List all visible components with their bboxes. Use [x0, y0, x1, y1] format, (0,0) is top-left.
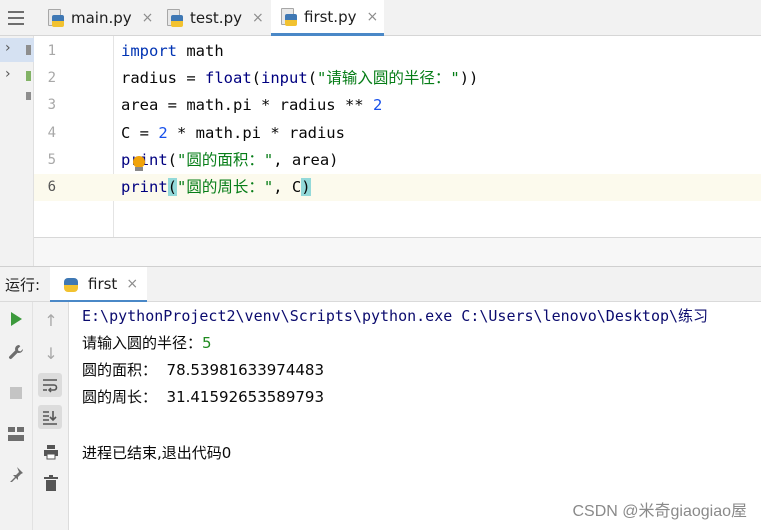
code-text: area = math.pi * radius ** [121, 96, 373, 114]
wrench-icon[interactable] [4, 340, 28, 364]
code-text: C = [121, 124, 159, 142]
run-console[interactable]: E:\pythonProject2\venv\Scripts\python.ex… [69, 302, 761, 530]
play-icon [10, 312, 22, 326]
code-text: , C [273, 178, 302, 196]
folder-icon [26, 45, 31, 55]
code-line-6[interactable]: print("圆的周长：", C) [121, 174, 311, 201]
editor-bottom-area [34, 237, 761, 266]
library-icon [26, 71, 31, 81]
code-line-4[interactable]: C = 2 * math.pi * radius [121, 120, 345, 147]
code-line-2[interactable]: radius = float(input("请输入圆的半径：")) [121, 65, 478, 92]
tab-test-py[interactable]: test.py × [157, 0, 269, 36]
console-area-line: 圆的面积： 78.53981633974483 [82, 361, 325, 379]
console-prompt: 请输入圆的半径： [82, 334, 203, 352]
tab-label: first.py [304, 7, 357, 26]
chevron-right-icon[interactable]: › [5, 40, 11, 56]
trash-icon[interactable] [39, 471, 63, 495]
console-user-input: 5 [202, 334, 212, 352]
run-tab-first[interactable]: first × [50, 267, 147, 303]
line-number: 6 [47, 179, 56, 195]
run-tab-label: first [88, 274, 118, 293]
string-literal: "请输入圆的半径：" [317, 69, 460, 87]
stop-button[interactable] [4, 381, 28, 405]
chevron-right-icon[interactable]: › [5, 66, 11, 82]
keyword: import [121, 42, 177, 60]
intention-bulb-base [135, 167, 143, 171]
code-text: * math.pi * radius [167, 124, 345, 142]
pin-icon[interactable] [4, 462, 28, 486]
code-line-3[interactable]: area = math.pi * radius ** 2 [121, 92, 382, 119]
string-literal: "圆的面积：" [177, 151, 274, 169]
code-text: math [177, 42, 224, 60]
stop-icon [10, 387, 22, 399]
run-toolbar-primary [0, 302, 33, 530]
arrow-up-icon[interactable]: ↑ [39, 308, 63, 332]
python-logo-icon [62, 275, 82, 293]
close-icon[interactable]: × [142, 10, 154, 26]
console-input-line: 请输入圆的半径：5 [82, 330, 212, 357]
console-circumference-line: 圆的周长： 31.41592653589793 [82, 388, 325, 406]
matched-brace: ( [167, 178, 178, 196]
line-number: 1 [47, 43, 56, 59]
close-icon[interactable]: × [126, 276, 138, 292]
number-literal: 2 [372, 96, 383, 114]
code-text: radius = [121, 69, 205, 87]
tab-label: test.py [190, 9, 242, 27]
soft-wrap-icon[interactable] [38, 373, 62, 397]
line-number: 4 [47, 125, 56, 141]
python-file-icon [167, 9, 183, 27]
code-text: , area) [273, 151, 339, 169]
line-number: 5 [47, 152, 56, 168]
code-line-5[interactable]: print("圆的面积：", area) [121, 147, 339, 174]
builtin-function: print [121, 178, 168, 196]
rerun-button[interactable] [4, 307, 28, 331]
tab-main-py[interactable]: main.py × [38, 0, 155, 36]
line-number: 2 [47, 70, 56, 86]
editor-tab-bar: main.py × test.py × first.py × [0, 0, 761, 36]
code-line-1[interactable]: import math [121, 38, 224, 65]
console-exit-line: 进程已结束,退出代码0 [82, 444, 232, 462]
run-toolbar-secondary: ↑ ↓ [33, 302, 69, 530]
project-panel-strip: › › [0, 36, 34, 266]
line-number: 3 [47, 97, 56, 113]
run-tool-header: 运行: first × [0, 266, 761, 303]
tab-first-py[interactable]: first.py × [271, 0, 384, 36]
string-literal: "圆的周长：" [177, 178, 274, 196]
watermark: CSDN @米奇giaogiao屋 [572, 503, 747, 520]
console-command-line: E:\pythonProject2\venv\Scripts\python.ex… [82, 307, 709, 325]
close-icon[interactable]: × [366, 9, 378, 25]
python-file-icon [48, 9, 64, 27]
menu-icon[interactable] [8, 11, 24, 25]
code-text: ( [251, 69, 262, 87]
matched-brace: ) [301, 178, 311, 196]
code-text: )) [459, 69, 479, 87]
scratches-icon [26, 92, 31, 100]
print-icon[interactable] [39, 440, 63, 464]
ide-window: main.py × test.py × first.py × › › 1 2 3… [0, 0, 761, 530]
close-icon[interactable]: × [252, 10, 264, 26]
builtin-function: input [261, 69, 308, 87]
scroll-to-end-icon[interactable] [38, 405, 62, 429]
builtin-function: float [205, 69, 252, 87]
code-text: ( [167, 151, 178, 169]
layout-icon[interactable] [4, 422, 28, 446]
arrow-down-icon[interactable]: ↓ [39, 341, 63, 365]
tab-label: main.py [71, 9, 132, 27]
number-literal: 2 [158, 124, 168, 142]
code-text: ( [307, 69, 318, 87]
python-file-icon [281, 7, 297, 26]
run-label: 运行: [5, 276, 41, 294]
